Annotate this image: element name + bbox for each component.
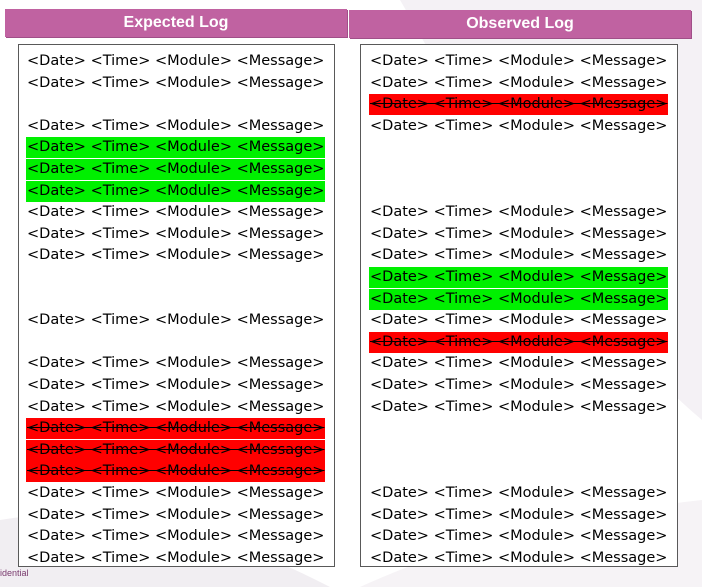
observed-log-entry: <Date> <Time> <Module> <Message> — [369, 94, 669, 116]
expected-log-entry: <Date> <Time> <Module> <Message> — [27, 204, 325, 221]
expected-log-entry: <Date> <Time> <Module> <Message> — [27, 377, 325, 393]
expected-log-panel: <Date> <Time> <Module> <Message> <Date> <… — [18, 44, 335, 567]
expected-log-entry: <Date> <Time> <Module> <Message> — [27, 225, 325, 242]
footer-confidential-text: idential — [0, 568, 29, 578]
expected-log-entry: <Date> <Time> <Module> <Message> — [27, 74, 325, 91]
observed-log-panel: <Date> <Time> <Module> <Message> <Date> <… — [360, 44, 678, 567]
observed-log-entry: <Date> <Time> <Module> <Message> — [370, 377, 668, 393]
observed-log-entry: <Date> <Time> <Module> <Message> — [370, 247, 668, 264]
expected-log-entry: <Date> <Time> <Module> <Message> — [27, 398, 325, 415]
expected-log-entry: <Date> <Time> <Module> <Message> — [27, 485, 325, 501]
expected-log-entry: <Date> <Time> <Module> <Message> — [26, 137, 326, 159]
observed-log-entry: <Date> <Time> <Module> <Message> — [370, 549, 668, 566]
observed-log-entry: <Date> <Time> <Module> <Message> — [370, 312, 668, 329]
expected-log-entry: <Date> <Time> <Module> <Message> — [27, 355, 325, 372]
expected-log-entry: <Date> <Time> <Module> <Message> — [26, 180, 326, 202]
observed-log-header: Observed Log — [349, 10, 691, 38]
observed-log-entry: <Date> <Time> <Module> <Message> — [370, 117, 668, 134]
observed-log-entry: <Date> <Time> <Module> <Message> — [370, 506, 668, 523]
observed-log-entry: <Date> <Time> <Module> <Message> — [370, 204, 668, 221]
expected-log-header: Expected Log — [5, 9, 347, 37]
expected-log-entry: <Date> <Time> <Module> <Message> — [27, 247, 325, 264]
expected-log-entry: <Date> <Time> <Module> <Message> — [27, 53, 325, 69]
observed-log-entry: <Date> <Time> <Module> <Message> — [369, 288, 669, 310]
expected-log-entry: <Date> <Time> <Module> <Message> — [27, 312, 325, 329]
expected-log-entry: <Date> <Time> <Module> <Message> — [26, 439, 326, 461]
expected-log-entry: <Date> <Time> <Module> <Message> — [27, 117, 325, 134]
expected-log-entry: <Date> <Time> <Module> <Message> — [26, 418, 326, 440]
expected-log-entry: <Date> <Time> <Module> <Message> — [27, 549, 325, 566]
observed-log-entry: <Date> <Time> <Module> <Message> — [370, 485, 668, 501]
observed-log-entry: <Date> <Time> <Module> <Message> — [370, 225, 668, 242]
observed-log-entry: <Date> <Time> <Module> <Message> — [370, 74, 668, 91]
observed-log-entry: <Date> <Time> <Module> <Message> — [370, 355, 668, 372]
expected-log-entry: <Date> <Time> <Module> <Message> — [27, 506, 325, 523]
observed-log-entry: <Date> <Time> <Module> <Message> — [370, 53, 668, 69]
observed-log-entry: <Date> <Time> <Module> <Message> — [369, 331, 669, 353]
observed-log-entry: <Date> <Time> <Module> <Message> — [370, 528, 668, 545]
observed-log-entry: <Date> <Time> <Module> <Message> — [369, 267, 669, 288]
observed-log-entry: <Date> <Time> <Module> <Message> — [370, 398, 668, 415]
expected-log-entry: <Date> <Time> <Module> <Message> — [26, 461, 326, 483]
expected-log-entry: <Date> <Time> <Module> <Message> — [27, 528, 325, 545]
expected-log-entry: <Date> <Time> <Module> <Message> — [26, 159, 326, 180]
